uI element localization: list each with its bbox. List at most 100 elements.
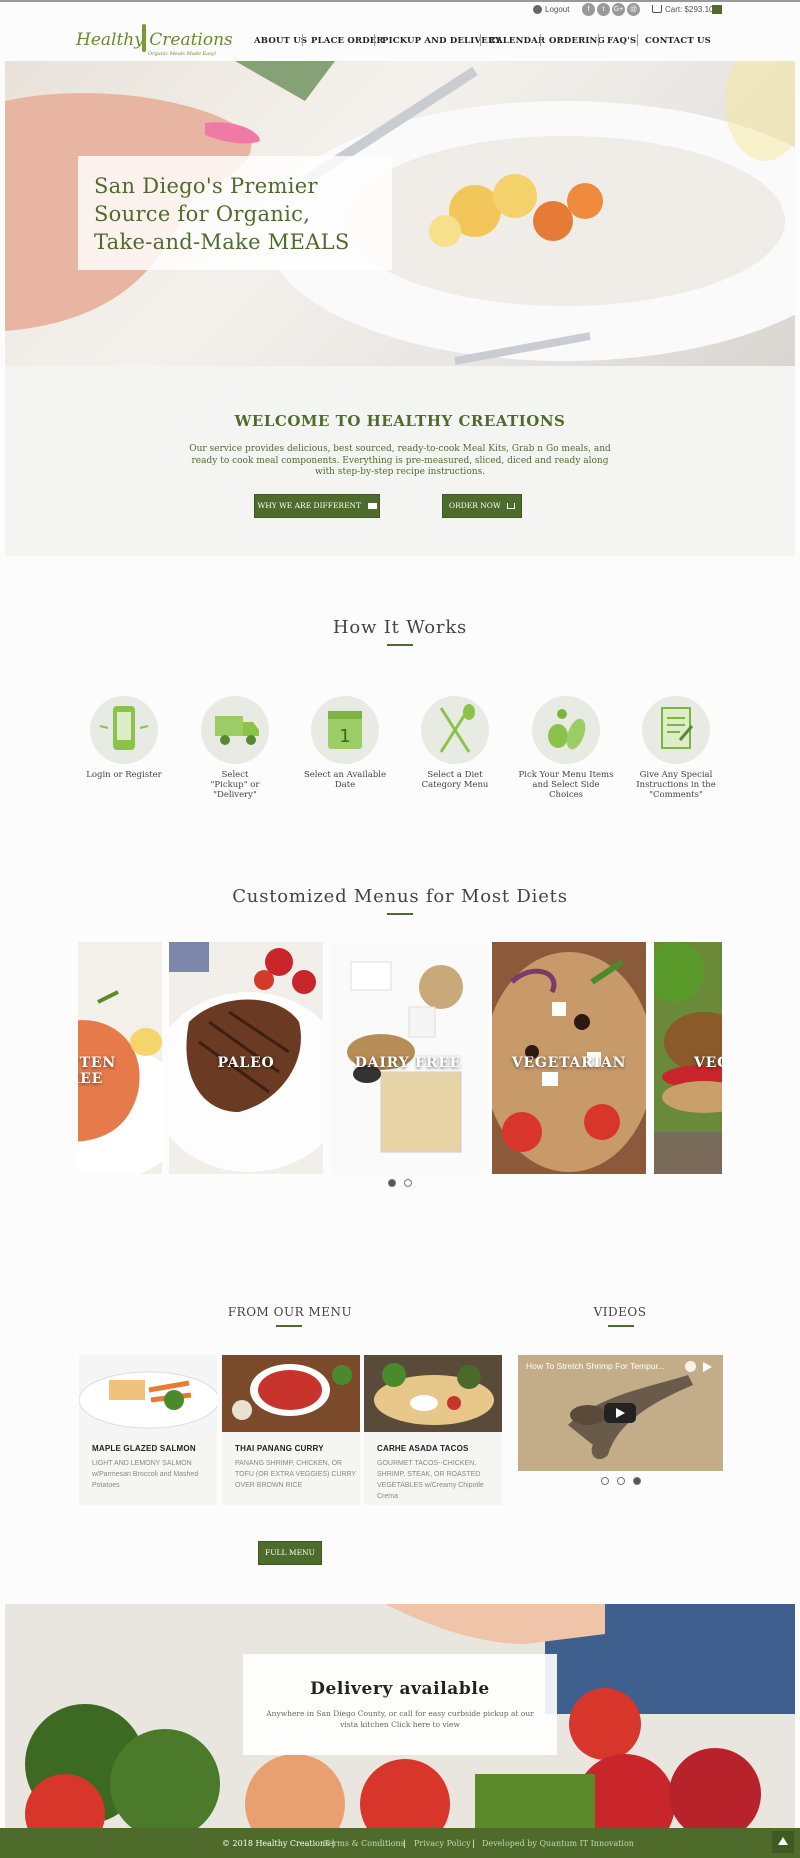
nav-place-order[interactable]: PLACE ORDER xyxy=(311,36,384,46)
cart-link[interactable]: Cart: $293.10 xyxy=(665,5,713,14)
why-different-label: WHY WE ARE DIFFERENT xyxy=(257,501,362,510)
play-button[interactable] xyxy=(604,1403,636,1423)
cart-icon[interactable] xyxy=(652,5,662,13)
hero-title-line: Take-and-Make MEALS xyxy=(94,230,350,254)
hero-title-line: Source for Organic, xyxy=(94,202,311,226)
vegetables-icon xyxy=(548,709,586,750)
facebook-icon[interactable]: f xyxy=(582,3,595,16)
menu-item-card[interactable]: CARHE ASADA TACOS GOURMET TACOS--CHICKEN… xyxy=(364,1355,502,1505)
google-plus-icon[interactable]: G+ xyxy=(612,3,625,16)
menu-item-title: CARHE ASADA TACOS xyxy=(377,1444,469,1453)
diet-card-vegan[interactable]: VEGAN xyxy=(654,942,722,1174)
welcome-text: Our service provides delicious, best sou… xyxy=(189,444,611,477)
logo-text: Healthy Creations xyxy=(76,30,233,50)
diet-card-dairy-free[interactable]: DAIRY FREE xyxy=(331,942,485,1174)
play-icon xyxy=(616,1408,625,1418)
diet-card-vegetarian[interactable]: VEGETARIAN xyxy=(492,942,646,1174)
diet-card-label: VEGETARIAN xyxy=(511,1055,627,1071)
delivery-text[interactable]: Anywhere in San Diego County, or call fo… xyxy=(263,1708,537,1730)
twitter-icon[interactable]: t xyxy=(597,3,610,16)
svg-text:1: 1 xyxy=(339,726,350,747)
step-label: Give Any Special Instructions in the "Co… xyxy=(636,770,716,800)
title-underline xyxy=(387,644,413,646)
nav-ordering[interactable]: ORDERING xyxy=(549,36,605,46)
step-6-circle xyxy=(642,696,710,764)
clock-icon[interactable] xyxy=(685,1361,696,1372)
video-carousel-dot-active[interactable] xyxy=(633,1477,641,1485)
footer-copyright: © 2018 Healthy Creations | xyxy=(222,1839,335,1848)
video-title[interactable]: How To Stretch Shrimp For Tempur... xyxy=(526,1361,665,1371)
title-underline xyxy=(608,1325,634,1327)
welcome-title: WELCOME TO HEALTHY CREATIONS xyxy=(234,412,566,430)
video-carousel-dot[interactable] xyxy=(617,1477,625,1485)
fork-spoon-icon xyxy=(439,704,475,753)
diet-card-label: DAIRY FREE xyxy=(354,1055,462,1071)
footer-privacy-link[interactable]: Privacy Policy xyxy=(414,1839,471,1848)
step-label: Pick Your Menu Items and Select Side Cho… xyxy=(518,770,614,800)
nav-separator xyxy=(637,34,638,46)
truck-icon xyxy=(215,716,259,745)
menu-item-desc: LIGHT AND LEMONY SALMON w/Parmesan Brocc… xyxy=(92,1460,199,1489)
menu-item-card[interactable]: THAI PANANG CURRY PANANG SHRIMP, CHICKEN… xyxy=(222,1355,360,1505)
full-menu-button[interactable]: FULL MENU xyxy=(258,1541,322,1565)
step-label: Select an Available Date xyxy=(303,770,387,790)
arrow-up-icon xyxy=(778,1837,788,1845)
nav-faqs[interactable]: FAQ'S xyxy=(607,36,636,46)
phone-icon xyxy=(99,706,149,750)
back-to-top-button[interactable] xyxy=(772,1831,794,1853)
footer-terms-link[interactable]: Terms & Conditions xyxy=(324,1839,405,1848)
nav-about-us[interactable]: ABOUT US xyxy=(254,36,307,46)
step-3-circle: 1 xyxy=(311,696,379,764)
title-underline xyxy=(387,913,413,915)
step-5-circle xyxy=(532,696,600,764)
logo[interactable]: Healthy Creations Organic Meals Made Eas… xyxy=(76,24,233,60)
step-1-circle xyxy=(90,696,158,764)
document-icon xyxy=(661,707,694,749)
nav-separator xyxy=(374,34,375,46)
nav-contact-us[interactable]: CONTACT US xyxy=(645,36,711,46)
nav-separator xyxy=(480,34,481,46)
delivery-title: Delivery available xyxy=(310,1679,490,1699)
title-underline xyxy=(276,1325,302,1327)
user-icon[interactable] xyxy=(533,5,542,14)
menu-item-desc: PANANG SHRIMP, CHICKEN, OR TOFU (OR EXTR… xyxy=(235,1460,356,1489)
step-label: Login or Register xyxy=(86,770,162,780)
carousel-dot[interactable] xyxy=(404,1179,412,1187)
instagram-icon[interactable]: @ xyxy=(627,3,640,16)
logo-tagline: Organic Meals Made Easy! xyxy=(148,51,217,57)
carousel-dot-active[interactable] xyxy=(388,1179,396,1187)
delivery-box[interactable] xyxy=(243,1654,557,1755)
video-carousel-dot[interactable] xyxy=(601,1477,609,1485)
hand-pointer-icon xyxy=(367,503,377,509)
curry-dish-image xyxy=(222,1355,360,1432)
menu-item-title: THAI PANANG CURRY xyxy=(235,1444,324,1453)
step-2-circle xyxy=(201,696,269,764)
cart-icon xyxy=(507,503,516,509)
menu-item-card[interactable]: MAPLE GLAZED SALMON LIGHT AND LEMONY SAL… xyxy=(78,1355,220,1505)
hero-title: San Diego's Premier Source for Organic, … xyxy=(94,172,384,256)
videos-title: VIDEOS xyxy=(593,1305,647,1319)
footer-separator: | xyxy=(472,1839,475,1848)
order-now-label: ORDER NOW xyxy=(448,501,501,510)
diet-card-gluten-free[interactable]: GLUTEN FREE xyxy=(78,942,162,1174)
diets-title: Customized Menus for Most Diets xyxy=(232,886,568,907)
logout-link[interactable]: Logout xyxy=(545,5,569,14)
order-now-button[interactable]: ORDER NOW xyxy=(442,494,522,518)
nav-pickup-delivery[interactable]: PICKUP AND DELIVERY xyxy=(382,36,501,46)
nav-separator xyxy=(598,34,599,46)
diet-card-paleo[interactable]: PALEO xyxy=(169,942,323,1174)
footer-separator: | xyxy=(403,1839,406,1848)
from-menu-title: FROM OUR MENU xyxy=(227,1305,353,1319)
video-player[interactable]: How To Stretch Shrimp For Tempur... xyxy=(518,1355,723,1471)
nav-calendar[interactable]: CALENDAR xyxy=(489,36,545,46)
why-different-button[interactable]: WHY WE ARE DIFFERENT xyxy=(254,494,380,518)
footer-developer-link[interactable]: Developed by Quantum IT Innovation xyxy=(482,1839,634,1848)
nav-separator xyxy=(540,34,541,46)
calendar-icon: 1 xyxy=(328,711,362,749)
exit-icon[interactable] xyxy=(712,5,722,14)
menu-item-desc: GOURMET TACOS--CHICKEN, SHRIMP, STEAK, O… xyxy=(377,1460,484,1500)
hero-title-line: San Diego's Premier xyxy=(94,174,318,198)
tacos-dish-image xyxy=(364,1355,502,1432)
diet-card-label: PALEO xyxy=(217,1055,275,1071)
share-icon[interactable] xyxy=(703,1362,712,1372)
